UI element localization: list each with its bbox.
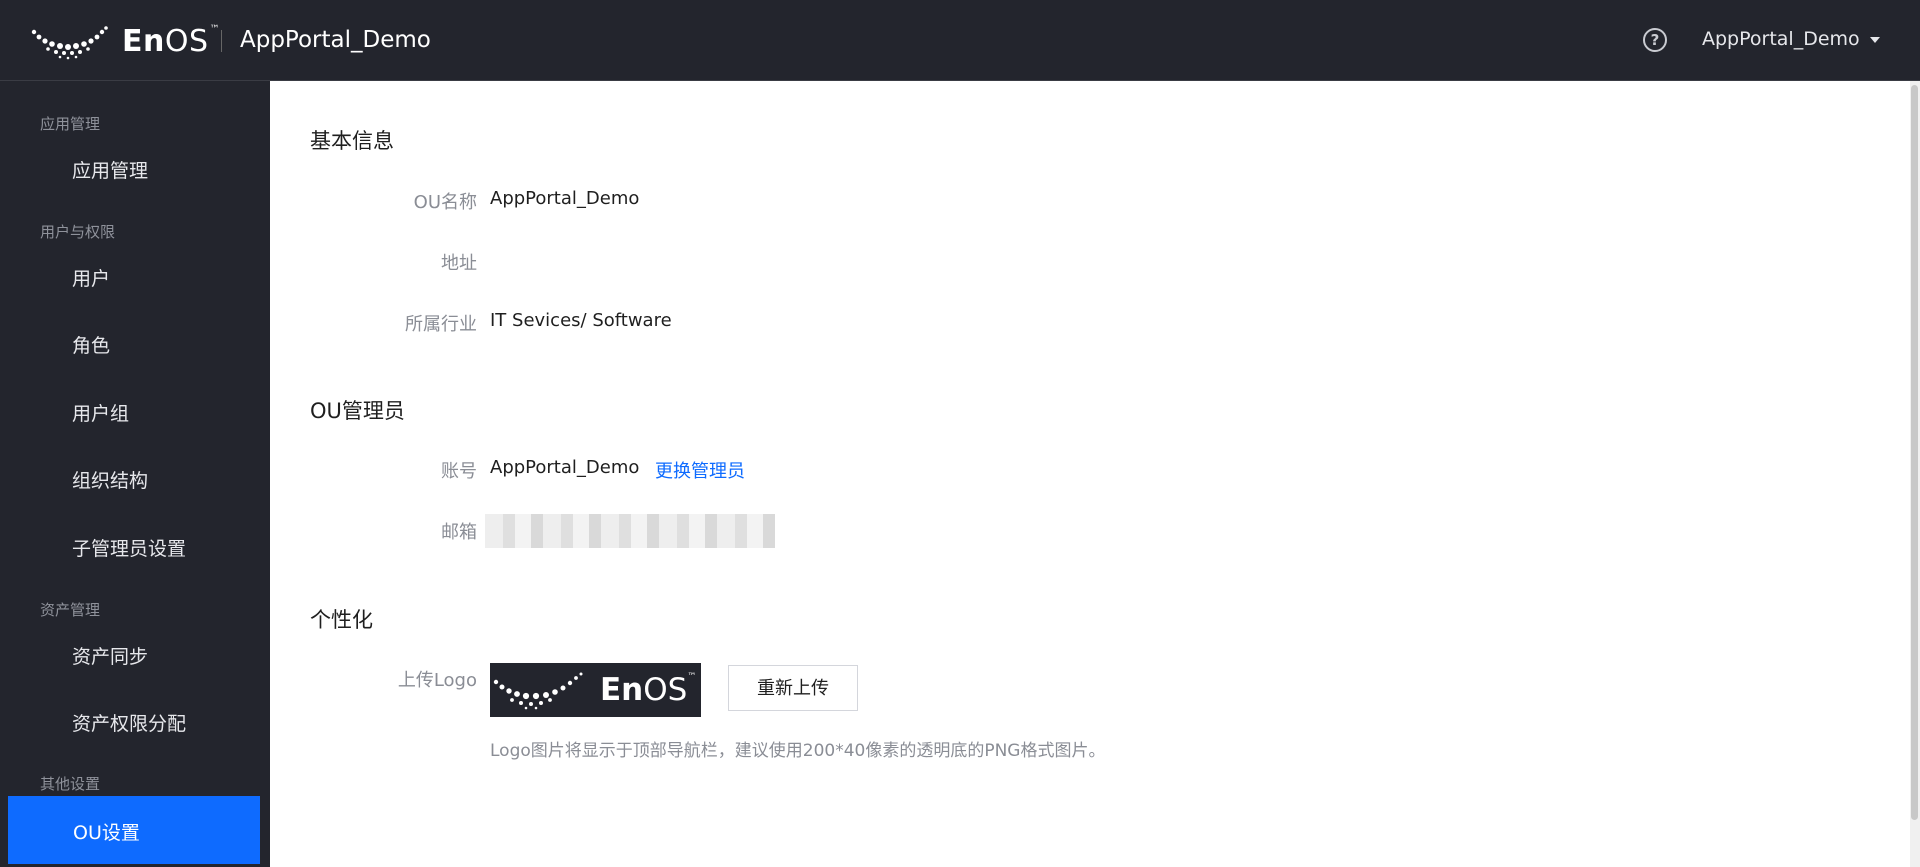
email-value-redacted [485, 514, 775, 548]
reupload-button[interactable]: 重新上传 [728, 665, 858, 711]
logo-dots-icon [31, 26, 108, 60]
top-navbar: EnOS™ AppPortal_Demo ? AppPortal_Demo [0, 0, 1920, 81]
scrollbar-thumb[interactable] [1911, 85, 1918, 820]
caret-down-icon [1869, 37, 1880, 43]
sidebar-group-users-permissions: 用户与权限 [40, 223, 116, 241]
user-menu-label: AppPortal_Demo [1702, 28, 1860, 50]
upload-logo-label: 上传Logo [397, 670, 477, 691]
change-admin-link[interactable]: 更换管理员 [655, 457, 745, 483]
sidebar-item-asset-permission[interactable]: 资产权限分配 [72, 709, 186, 736]
industry-value: IT Sevices/ Software [490, 310, 672, 331]
section-title-personalization: 个性化 [310, 608, 373, 632]
logo-dots-icon [493, 672, 583, 710]
sidebar-item-org-structure[interactable]: 组织结构 [72, 466, 148, 493]
logo-upload-hint: Logo图片将显示于顶部导航栏，建议使用200*40像素的透明底的PNG格式图片… [490, 741, 1106, 761]
industry-label: 所属行业 [405, 314, 477, 335]
ou-name-label: OU名称 [413, 192, 477, 213]
sidebar-item-asset-sync[interactable]: 资产同步 [72, 642, 148, 669]
sidebar-item-ou-settings[interactable]: OU设置 [8, 796, 260, 864]
sidebar-group-app-management: 应用管理 [40, 115, 101, 133]
address-label: 地址 [441, 253, 477, 274]
sidebar-item-sub-admin-settings[interactable]: 子管理员设置 [72, 534, 186, 561]
sidebar-item-app-management[interactable]: 应用管理 [72, 156, 148, 183]
section-title-basic-info: 基本信息 [310, 129, 394, 153]
enos-logo[interactable]: EnOS™ [30, 22, 220, 60]
help-icon[interactable]: ? [1643, 28, 1667, 52]
sidebar-group-asset-management: 资产管理 [40, 601, 101, 619]
app-title: AppPortal_Demo [240, 27, 431, 53]
account-value: AppPortal_Demo [490, 457, 640, 478]
email-label: 邮箱 [441, 522, 477, 543]
sidebar: 应用管理 应用管理 用户与权限 用户 角色 用户组 组织结构 子管理员设置 资产… [0, 81, 270, 867]
sidebar-item-user-groups[interactable]: 用户组 [72, 399, 129, 426]
account-label: 账号 [441, 461, 477, 482]
sidebar-group-other-settings: 其他设置 [40, 775, 101, 793]
logo-preview-image: EnOS™ [490, 663, 701, 717]
sidebar-item-users[interactable]: 用户 [72, 264, 110, 291]
logo-wordmark: EnOS™ [122, 23, 221, 59]
sidebar-item-roles[interactable]: 角色 [72, 331, 110, 358]
header-divider [221, 30, 222, 52]
section-title-ou-admin: OU管理员 [310, 399, 405, 423]
ou-name-value: AppPortal_Demo [490, 188, 640, 209]
logo-preview-wordmark: EnOS™ [600, 672, 697, 708]
sidebar-item-label: OU设置 [73, 822, 140, 844]
user-menu-dropdown[interactable]: AppPortal_Demo [1702, 28, 1880, 50]
